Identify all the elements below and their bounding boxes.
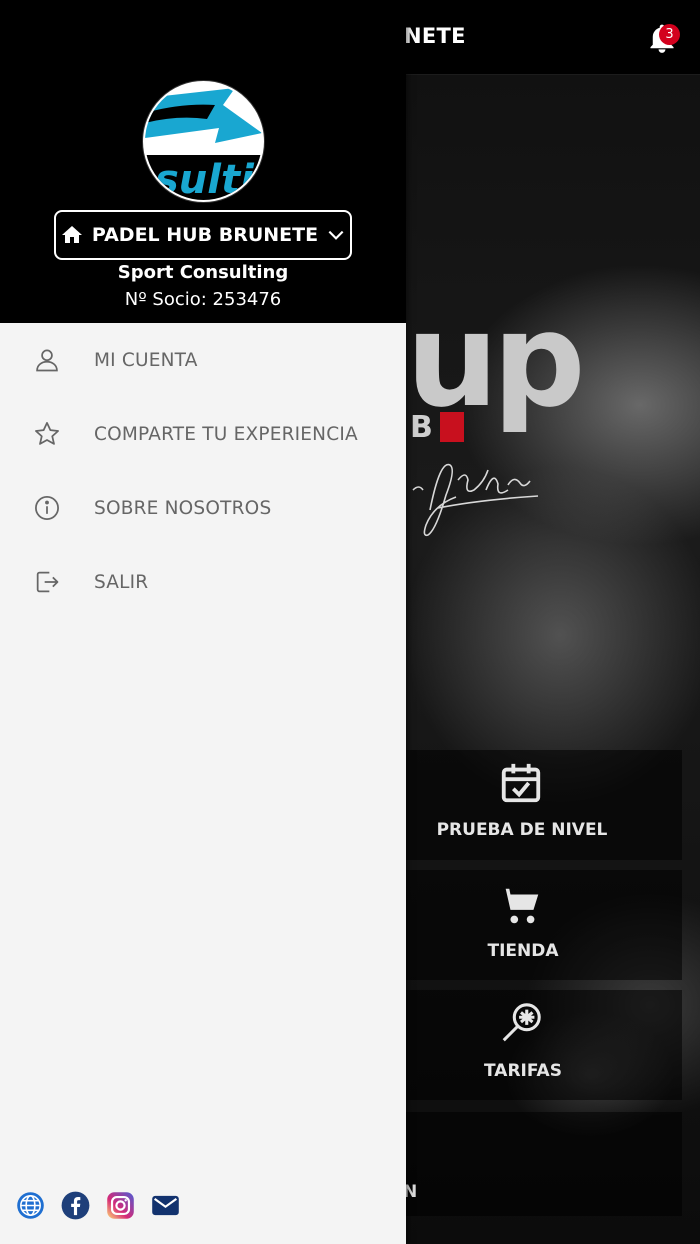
club-name: PADEL HUB BRUNETE bbox=[91, 224, 319, 246]
globe-icon[interactable] bbox=[16, 1191, 45, 1220]
quick-action-tile bbox=[406, 990, 682, 1100]
quick-action-label[interactable]: PRUEBA DE NIVEL bbox=[420, 820, 620, 840]
menu-item-label: SOBRE NOSOTROS bbox=[94, 497, 272, 519]
calendar-check-icon bbox=[498, 760, 544, 806]
menu-item-comparte[interactable]: COMPARTE TU EXPERIENCIA bbox=[0, 404, 406, 464]
header-title: NETE bbox=[404, 24, 466, 48]
logo-text: sulti bbox=[155, 157, 255, 200]
side-drawer: sulti PADEL HUB BRUNETE Sport Consulting… bbox=[0, 0, 406, 1244]
star-icon bbox=[33, 420, 61, 448]
quick-action-label[interactable]: TARIFAS bbox=[406, 1061, 636, 1081]
user-icon bbox=[33, 346, 61, 374]
instagram-icon[interactable] bbox=[106, 1191, 135, 1220]
cart-icon bbox=[498, 883, 544, 929]
club-selector[interactable]: PADEL HUB BRUNETE bbox=[54, 210, 352, 260]
facebook-icon[interactable] bbox=[61, 1191, 90, 1220]
mail-icon[interactable] bbox=[151, 1191, 180, 1220]
menu-item-label: MI CUENTA bbox=[94, 349, 198, 371]
brand-logo-subtext: B bbox=[410, 410, 433, 445]
quick-action-tile bbox=[406, 750, 682, 860]
chevron-down-icon bbox=[328, 230, 344, 240]
menu-item-label: COMPARTE TU EXPERIENCIA bbox=[94, 423, 358, 445]
info-icon bbox=[33, 494, 61, 522]
quick-action-tile bbox=[406, 1112, 682, 1216]
quick-action-tile bbox=[406, 870, 682, 980]
padel-racket-icon bbox=[498, 1000, 544, 1046]
menu-item-mi-cuenta[interactable]: MI CUENTA bbox=[0, 330, 406, 390]
notification-badge: 3 bbox=[659, 24, 680, 45]
quick-action-label[interactable]: TIENDA bbox=[406, 941, 636, 961]
menu-item-label: SALIR bbox=[94, 571, 149, 593]
user-name: Sport Consulting bbox=[117, 262, 289, 283]
brand-logo-text: up bbox=[406, 284, 586, 436]
home-icon bbox=[61, 226, 82, 243]
menu-item-salir[interactable]: SALIR bbox=[0, 552, 406, 612]
menu-item-sobre-nosotros[interactable]: SOBRE NOSOTROS bbox=[0, 478, 406, 538]
social-links bbox=[16, 1190, 180, 1220]
signature-graphic bbox=[412, 463, 539, 537]
logout-icon bbox=[33, 568, 61, 596]
brand-red-block bbox=[440, 412, 464, 442]
club-logo: sulti bbox=[143, 81, 264, 202]
drawer-header: sulti PADEL HUB BRUNETE Sport Consulting… bbox=[0, 0, 406, 323]
member-number: Nº Socio: 253476 bbox=[124, 289, 282, 310]
